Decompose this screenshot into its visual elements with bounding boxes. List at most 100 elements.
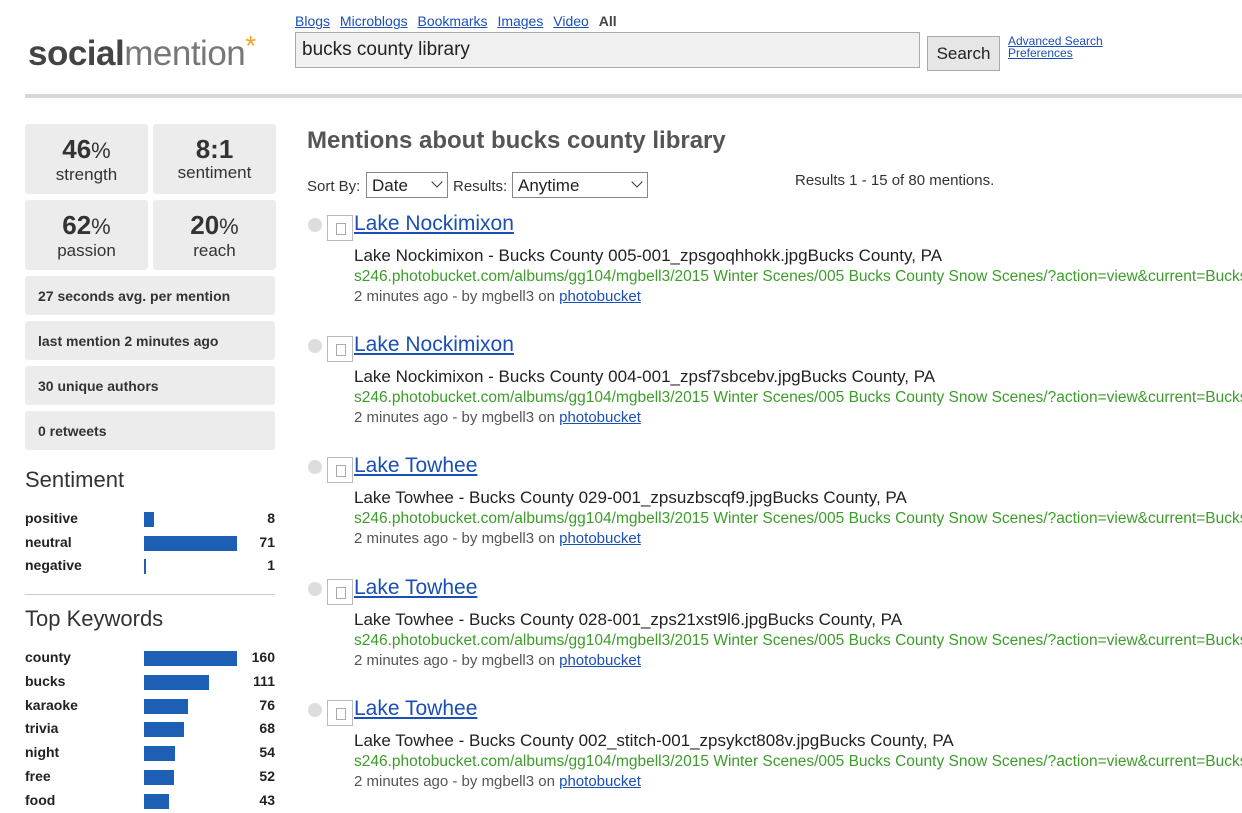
tab-bookmarks[interactable]: Bookmarks <box>418 13 488 29</box>
keyword-count: 160 <box>251 649 275 665</box>
tab-blogs[interactable]: Blogs <box>295 13 330 29</box>
keyword-row-karaoke[interactable]: karaoke 76 <box>25 695 275 715</box>
stat-strength-value: 46 <box>62 134 92 164</box>
logo-social: social <box>28 34 125 73</box>
keyword-row-food[interactable]: food 43 <box>25 790 275 810</box>
result-item: Lake Towhee Lake Towhee - Bucks County 02… <box>308 454 1242 564</box>
stat-strength: 46% strength <box>25 124 148 194</box>
keyword-name: free <box>25 768 51 784</box>
result-source-link[interactable]: photobucket <box>559 773 641 790</box>
thumbnail-icon[interactable] <box>327 699 353 726</box>
logo-mention: mention <box>124 34 246 73</box>
result-source-link[interactable]: photobucket <box>559 652 641 669</box>
info-avg-per-mention: 27 seconds avg. per mention <box>25 276 275 315</box>
stat-reach: 20% reach <box>153 200 276 270</box>
keyword-row-trivia[interactable]: trivia 68 <box>25 718 275 738</box>
stat-sentiment: 8:1 sentiment <box>153 124 276 194</box>
sentiment-title: Sentiment <box>25 467 125 492</box>
top-keywords-title: Top Keywords <box>25 606 164 631</box>
result-url: s246.photobucket.com/albums/gg104/mgbell… <box>354 389 1242 407</box>
sentiment-dot-icon <box>308 581 322 596</box>
stat-strength-label: strength <box>55 165 118 184</box>
result-item: Lake Nockimixon Lake Nockimixon - Bucks C… <box>308 333 1242 443</box>
result-meta: 2 minutes ago - by mgbell3 on photobucke… <box>354 530 641 547</box>
tab-microblogs[interactable]: Microblogs <box>340 13 408 29</box>
keyword-bar <box>144 770 174 785</box>
result-description: Lake Towhee - Bucks County 028-001_zps21… <box>354 609 903 629</box>
results-count: Results 1 - 15 of 80 mentions. <box>795 172 995 189</box>
thumbnail-icon[interactable] <box>327 215 353 241</box>
result-meta: 2 minutes ago - by mgbell3 on photobucke… <box>354 652 641 669</box>
result-time-author: 2 minutes ago - by mgbell3 on <box>354 772 560 790</box>
header-divider <box>25 94 1242 98</box>
sort-by-select[interactable]: Date <box>366 172 448 198</box>
result-time-author: 2 minutes ago - by mgbell3 on <box>354 288 560 305</box>
result-url: s246.photobucket.com/albums/gg104/mgbell… <box>354 510 1242 528</box>
keyword-row-bucks[interactable]: bucks 111 <box>25 671 275 691</box>
sentiment-dot-icon <box>308 218 322 232</box>
result-source-link[interactable]: photobucket <box>559 288 641 305</box>
stat-passion: 62% passion <box>25 200 148 270</box>
keyword-row-night[interactable]: night 54 <box>25 742 275 762</box>
tab-images[interactable]: Images <box>497 13 543 29</box>
result-item: Lake Towhee Lake Towhee - Bucks County 02… <box>308 576 1242 686</box>
search-button[interactable]: Search <box>927 36 1000 71</box>
result-title-link[interactable]: Lake Towhee <box>354 576 477 600</box>
result-url: s246.photobucket.com/albums/gg104/mgbell… <box>354 631 1242 649</box>
page-title: Mentions about bucks county library <box>307 127 726 154</box>
keyword-bar <box>144 793 169 809</box>
stat-passion-label: passion <box>57 241 116 260</box>
stat-reach-value: 20 <box>190 210 220 240</box>
keyword-bar <box>144 746 175 762</box>
stat-sentiment-label: sentiment <box>177 163 252 182</box>
sentiment-dot-icon <box>308 460 322 475</box>
keyword-row-free[interactable]: free 52 <box>25 766 275 786</box>
preferences-link[interactable]: Preferences <box>1008 47 1103 59</box>
logo[interactable]: socialmention* <box>28 30 256 74</box>
keyword-row-county[interactable]: county 160 <box>25 647 275 667</box>
result-description: Lake Towhee - Bucks County 002_stitch-00… <box>354 730 954 750</box>
result-meta: 2 minutes ago - by mgbell3 on photobucke… <box>354 773 641 790</box>
tab-all[interactable]: All <box>599 13 617 29</box>
sentiment-count: 8 <box>267 510 275 526</box>
stat-reach-unit: % <box>219 214 239 239</box>
result-time-author: 2 minutes ago - by mgbell3 on <box>354 530 560 548</box>
result-source-link[interactable]: photobucket <box>559 409 641 426</box>
sentiment-dot-icon <box>308 702 322 717</box>
keyword-name: karaoke <box>25 696 78 713</box>
chevron-down-icon <box>631 176 643 188</box>
sentiment-row-neutral[interactable]: neutral 71 <box>25 532 275 552</box>
results-time-select[interactable]: Anytime <box>512 172 648 198</box>
result-title-link[interactable]: Lake Towhee <box>354 697 477 721</box>
result-title-link[interactable]: Lake Towhee <box>354 454 477 478</box>
keyword-bar <box>144 698 188 714</box>
result-source-link[interactable]: photobucket <box>559 530 641 547</box>
keyword-name: trivia <box>25 720 59 737</box>
sentiment-name: positive <box>25 510 78 526</box>
thumbnail-icon[interactable] <box>327 578 353 605</box>
search-type-tabs: Blogs Microblogs Bookmarks Images Video … <box>295 13 617 29</box>
keyword-count: 68 <box>259 720 275 737</box>
result-url: s246.photobucket.com/albums/gg104/mgbell… <box>354 752 1242 770</box>
result-description: Lake Nockimixon - Bucks County 004-001_z… <box>354 367 936 387</box>
result-title-link[interactable]: Lake Nockimixon <box>354 212 514 236</box>
keyword-count: 111 <box>253 672 275 689</box>
sentiment-row-negative[interactable]: negative 1 <box>25 555 275 575</box>
result-meta: 2 minutes ago - by mgbell3 on photobucke… <box>354 288 641 305</box>
info-retweets: 0 retweets <box>25 411 275 450</box>
result-item: Lake Nockimixon Lake Nockimixon - Bucks C… <box>308 212 1242 322</box>
result-time-author: 2 minutes ago - by mgbell3 on <box>354 409 560 427</box>
sort-by-value: Date <box>372 176 408 195</box>
thumbnail-icon[interactable] <box>327 457 353 484</box>
logo-star: * <box>245 30 256 61</box>
chevron-down-icon <box>431 176 443 188</box>
sentiment-name: neutral <box>25 533 72 550</box>
keyword-count: 54 <box>259 744 275 761</box>
sentiment-name: negative <box>25 557 82 573</box>
tab-video[interactable]: Video <box>553 13 589 29</box>
result-title-link[interactable]: Lake Nockimixon <box>354 333 514 357</box>
search-input[interactable] <box>295 32 920 68</box>
stat-passion-unit: % <box>91 214 111 239</box>
thumbnail-icon[interactable] <box>327 336 353 363</box>
sentiment-row-positive[interactable]: positive 8 <box>25 508 275 528</box>
